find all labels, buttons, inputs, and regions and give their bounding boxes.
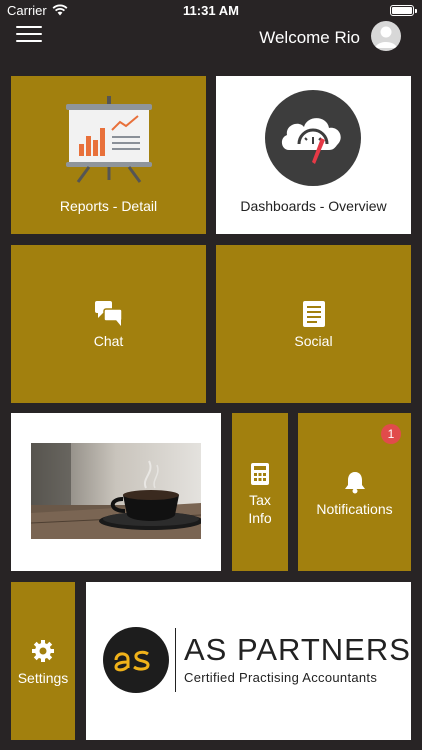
settings-label: Settings bbox=[17, 670, 69, 686]
partner-name: AS PARTNERS bbox=[184, 632, 411, 667]
coffee-image-tile[interactable] bbox=[11, 413, 221, 571]
status-bar: Carrier 11:31 AM bbox=[0, 0, 422, 22]
bell-icon bbox=[345, 472, 365, 494]
menu-button[interactable] bbox=[16, 26, 42, 44]
notifications-label: Notifications bbox=[316, 501, 393, 517]
social-tile[interactable]: Social bbox=[216, 245, 411, 403]
partner-tagline: Certified Practising Accountants bbox=[184, 670, 378, 685]
document-icon bbox=[303, 301, 325, 327]
chat-bubbles-icon bbox=[95, 301, 123, 326]
social-label: Social bbox=[294, 333, 333, 349]
reports-detail-label: Reports - Detail bbox=[59, 198, 158, 214]
chat-label: Chat bbox=[93, 333, 124, 349]
logo-divider bbox=[175, 628, 176, 692]
tax-info-label-line2: Info bbox=[248, 510, 272, 526]
tax-info-label-line1: Tax bbox=[249, 492, 271, 508]
settings-tile[interactable]: Settings bbox=[11, 582, 75, 740]
calculator-icon bbox=[251, 463, 269, 485]
notifications-badge: 1 bbox=[381, 424, 401, 444]
as-partners-tile[interactable]: AS PARTNERS Certified Practising Account… bbox=[86, 582, 411, 740]
gear-icon bbox=[32, 640, 54, 662]
coffee-cup-image bbox=[31, 443, 201, 539]
tax-info-tile[interactable]: Tax Info bbox=[232, 413, 288, 571]
notifications-tile[interactable]: 1 Notifications bbox=[298, 413, 411, 571]
welcome-text: Welcome Rio bbox=[259, 28, 360, 47]
battery-icon bbox=[390, 5, 417, 16]
avatar[interactable] bbox=[371, 21, 401, 51]
avatar-icon bbox=[375, 26, 397, 48]
presentation-board-icon bbox=[66, 96, 152, 183]
chat-tile[interactable]: Chat bbox=[11, 245, 206, 403]
dashboards-overview-label: Dashboards - Overview bbox=[240, 198, 387, 214]
dashboards-overview-tile[interactable]: Dashboards - Overview bbox=[216, 76, 411, 234]
clock: 11:31 AM bbox=[183, 3, 239, 18]
reports-detail-tile[interactable]: Reports - Detail bbox=[11, 76, 206, 234]
cloud-gauge-icon bbox=[265, 90, 361, 186]
menu-icon bbox=[16, 26, 42, 28]
as-partners-logo-icon bbox=[103, 627, 169, 693]
